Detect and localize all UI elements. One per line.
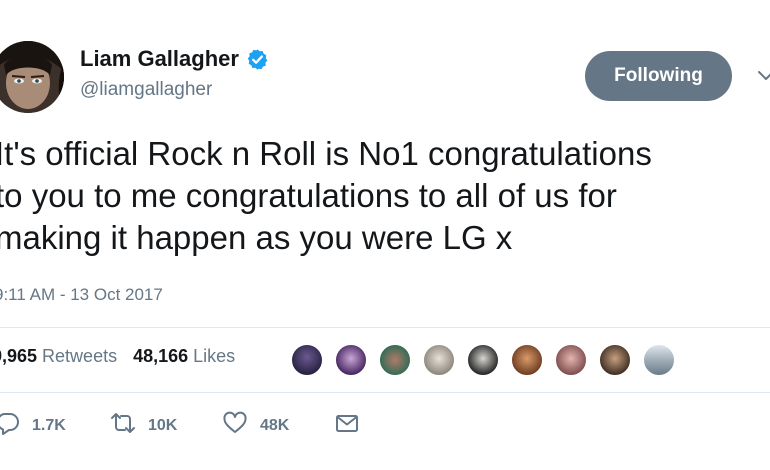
liker-avatar[interactable] xyxy=(290,343,324,377)
avatar-photo xyxy=(0,41,64,113)
tweet-stats: 9,965 Retweets 48,166 Likes xyxy=(0,346,235,367)
reply-icon xyxy=(0,410,20,441)
divider xyxy=(0,392,770,393)
divider xyxy=(0,327,770,328)
heart-icon xyxy=(222,410,248,441)
liker-avatar[interactable] xyxy=(334,343,368,377)
reply-count: 1.7K xyxy=(32,416,66,434)
likes-count[interactable]: 48,166 xyxy=(133,346,188,367)
direct-message-button[interactable] xyxy=(334,410,360,441)
author-name-row[interactable]: Liam Gallagher xyxy=(80,46,269,72)
avatar[interactable] xyxy=(0,41,64,113)
reply-button[interactable]: 1.7K xyxy=(0,410,66,441)
envelope-icon xyxy=(334,410,360,441)
likes-label[interactable]: Likes xyxy=(193,346,235,367)
retweets-count[interactable]: 9,965 xyxy=(0,346,37,367)
liker-avatar[interactable] xyxy=(466,343,500,377)
tweet-text: It's official Rock n Roll is No1 congrat… xyxy=(0,135,652,256)
user-handle[interactable]: @liamgallagher xyxy=(80,79,212,101)
following-button[interactable]: Following xyxy=(585,51,732,101)
liker-avatar[interactable] xyxy=(554,343,588,377)
retweet-count: 10K xyxy=(148,416,178,434)
retweets-label[interactable]: Retweets xyxy=(42,346,117,367)
liker-avatar[interactable] xyxy=(510,343,544,377)
liker-avatar[interactable] xyxy=(378,343,412,377)
tweet-action-bar: 1.7K 10K 48K xyxy=(0,410,770,440)
tweet-timestamp[interactable]: 9:11 AM - 13 Oct 2017 xyxy=(0,285,163,305)
liker-avatar[interactable] xyxy=(598,343,632,377)
likers-avatar-list xyxy=(290,343,686,377)
like-count: 48K xyxy=(260,416,290,434)
liker-avatar[interactable] xyxy=(422,343,456,377)
verified-badge-icon xyxy=(246,48,269,71)
chevron-down-icon[interactable] xyxy=(756,66,770,86)
retweet-button[interactable]: 10K xyxy=(110,410,177,441)
like-button[interactable]: 48K xyxy=(222,410,289,441)
liker-avatar[interactable] xyxy=(642,343,676,377)
retweet-icon xyxy=(110,410,136,441)
display-name[interactable]: Liam Gallagher xyxy=(80,46,239,72)
